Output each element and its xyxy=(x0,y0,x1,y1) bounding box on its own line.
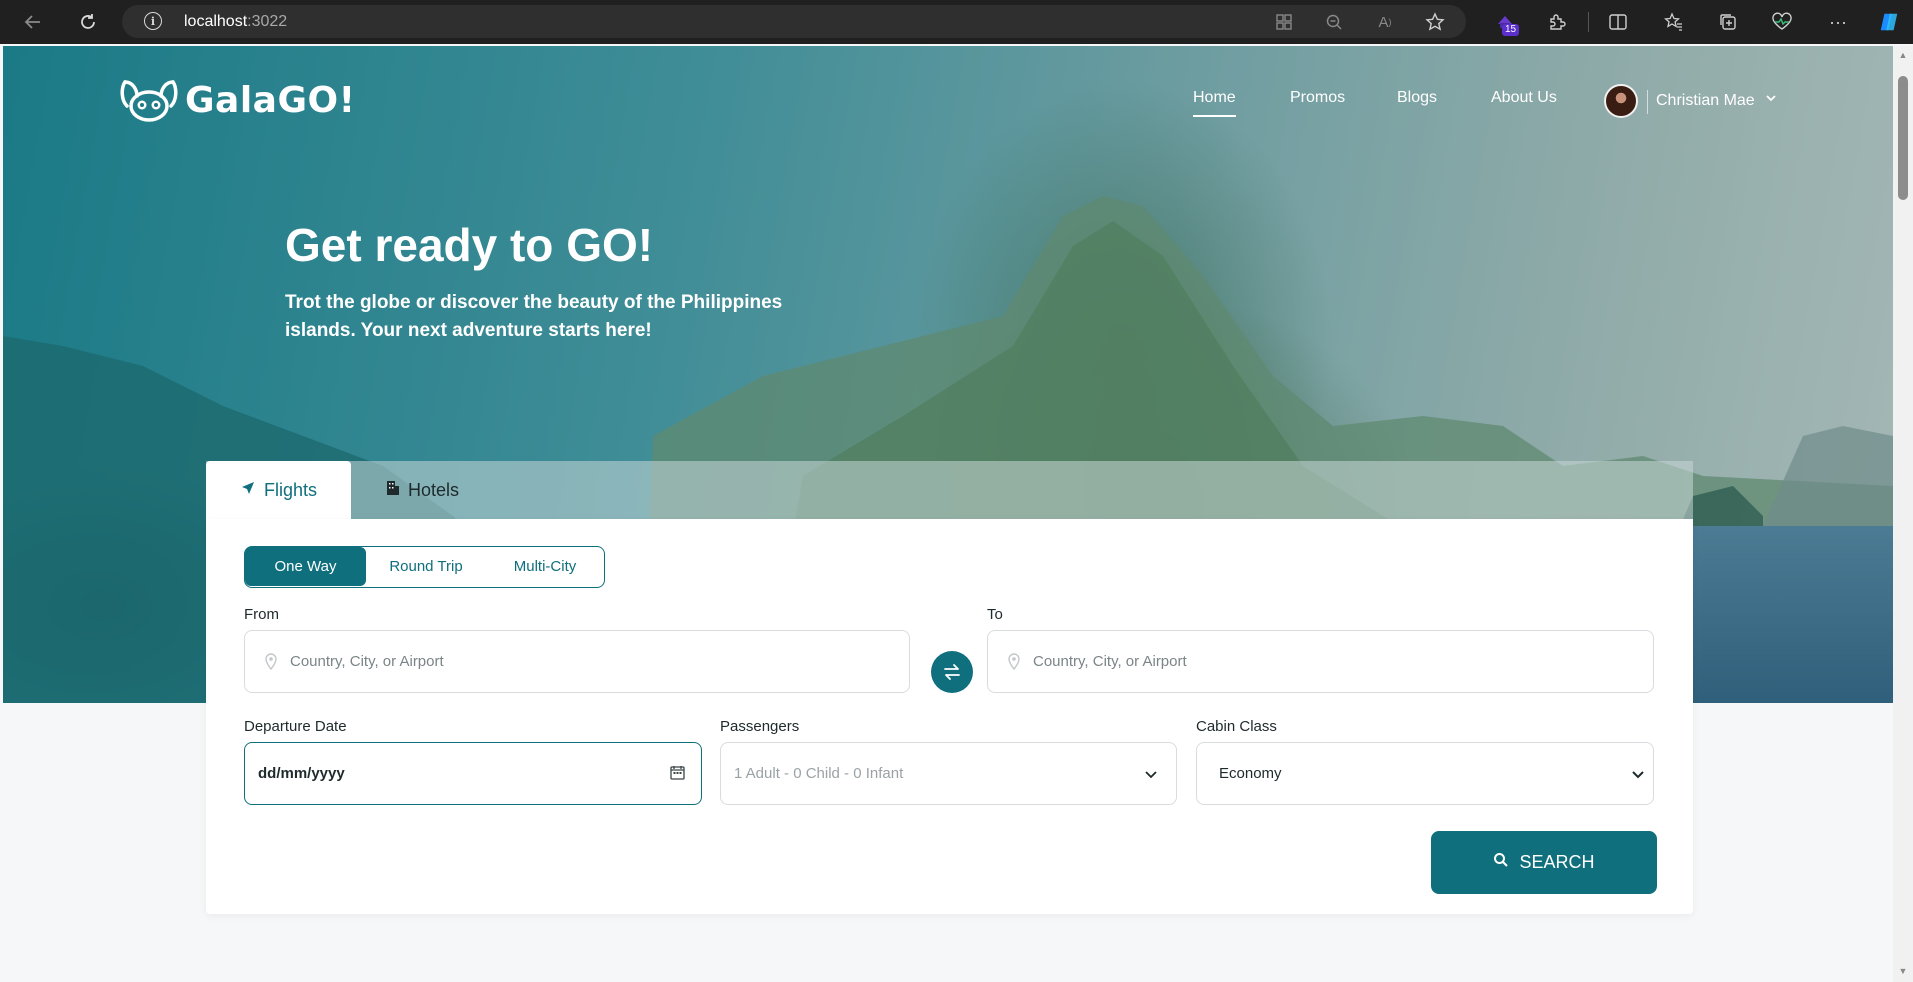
tab-flights[interactable]: Flights xyxy=(206,461,351,519)
search-button[interactable]: SEARCH xyxy=(1431,831,1657,894)
nav-promos-label: Promos xyxy=(1290,89,1346,106)
logo-text: GalaGO! xyxy=(185,79,356,121)
nav-blogs[interactable]: Blogs xyxy=(1397,89,1437,107)
tab-hotels-label: Hotels xyxy=(408,479,460,500)
nav-active-underline xyxy=(1193,115,1236,117)
tab-flights-label: Flights xyxy=(263,479,317,500)
swap-button[interactable] xyxy=(931,651,973,693)
calendar-icon[interactable] xyxy=(670,765,685,780)
address-bar[interactable]: i localhost:3022 xyxy=(122,5,1466,38)
more-icon[interactable]: ··· xyxy=(1827,11,1849,33)
nav-blogs-label: Blogs xyxy=(1397,89,1438,106)
zoom-out-icon[interactable] xyxy=(1323,11,1345,33)
departure-date-input[interactable]: dd/mm/yyyy xyxy=(244,742,702,805)
cabin-class-select[interactable]: Economy xyxy=(1196,742,1654,805)
scroll-up-icon[interactable]: ▲ xyxy=(1897,50,1909,60)
back-icon[interactable] xyxy=(19,8,47,36)
nav-promos[interactable]: Promos xyxy=(1290,89,1345,107)
swap-arrows-icon xyxy=(944,664,960,680)
search-tabs: Flights Hotels xyxy=(206,461,1693,519)
nav-home-label: Home xyxy=(1193,89,1236,106)
split-screen-icon[interactable] xyxy=(1607,11,1629,33)
trip-type-toggle: One Way Round Trip Multi-City xyxy=(244,546,605,588)
departure-label: Departure Date xyxy=(244,718,347,735)
nav-home[interactable]: Home xyxy=(1193,89,1236,117)
page: GalaGO! Home Promos Blogs About Us Chris… xyxy=(3,46,1893,982)
scroll-down-icon[interactable]: ▼ xyxy=(1897,966,1909,976)
building-icon xyxy=(386,480,400,501)
chevron-down-icon xyxy=(1632,771,1644,779)
search-button-label: SEARCH xyxy=(1519,852,1595,872)
page-scrollbar[interactable]: ▲ ▼ xyxy=(1893,46,1913,982)
from-input[interactable]: Country, City, or Airport xyxy=(244,630,910,693)
collections-icon[interactable] xyxy=(1717,11,1739,33)
departure-date-value: dd/mm/yyyy xyxy=(258,765,345,782)
health-icon[interactable] xyxy=(1771,11,1793,33)
passengers-select[interactable]: 1 Adult - 0 Child - 0 Infant xyxy=(720,742,1177,805)
browser-toolbar: i localhost:3022 A) 15 ··· xyxy=(0,0,1913,44)
copilot-icon[interactable] xyxy=(1878,11,1900,33)
site-logo[interactable]: GalaGO! xyxy=(119,78,356,122)
nav-about-label: About Us xyxy=(1491,89,1557,106)
to-input[interactable]: Country, City, or Airport xyxy=(987,630,1654,693)
favorites-icon[interactable] xyxy=(1663,11,1685,33)
airplane-icon xyxy=(240,480,256,501)
search-icon xyxy=(1493,852,1509,873)
chevron-down-icon[interactable] xyxy=(1765,92,1777,107)
location-pin-icon xyxy=(1008,653,1020,671)
nav-about-us[interactable]: About Us xyxy=(1491,89,1557,107)
user-name[interactable]: Christian Mae xyxy=(1656,92,1755,110)
chevron-down-icon xyxy=(1145,771,1157,779)
trip-one-way[interactable]: One Way xyxy=(245,547,366,586)
from-label: From xyxy=(244,606,279,623)
read-aloud-icon[interactable]: A) xyxy=(1374,11,1396,33)
river xyxy=(1663,526,1893,703)
user-divider xyxy=(1647,90,1648,114)
tarsier-logo-icon xyxy=(120,80,178,122)
trip-round-trip[interactable]: Round Trip xyxy=(366,547,486,586)
avatar[interactable] xyxy=(1604,84,1638,118)
trip-multi-city[interactable]: Multi-City xyxy=(486,547,604,586)
cabin-class-label: Cabin Class xyxy=(1196,718,1277,735)
to-label: To xyxy=(987,606,1003,623)
location-pin-icon xyxy=(265,653,277,671)
passengers-label: Passengers xyxy=(720,718,800,735)
toolbar-divider xyxy=(1588,12,1589,32)
url-text: localhost:3022 xyxy=(184,13,288,30)
extension-badge: 15 xyxy=(1502,24,1520,36)
tab-hotels[interactable]: Hotels xyxy=(386,461,459,519)
from-placeholder: Country, City, or Airport xyxy=(290,653,444,670)
scrollbar-thumb[interactable] xyxy=(1898,76,1908,200)
to-placeholder: Country, City, or Airport xyxy=(1033,653,1187,670)
refresh-icon[interactable] xyxy=(74,8,102,36)
hero-subtitle: Trot the globe or discover the beauty of… xyxy=(285,292,783,341)
info-icon[interactable]: i xyxy=(144,12,162,30)
cabin-class-value: Economy xyxy=(1219,765,1282,782)
favorite-star-icon[interactable] xyxy=(1424,11,1446,33)
puzzle-icon[interactable] xyxy=(1546,11,1568,33)
passengers-value: 1 Adult - 0 Child - 0 Infant xyxy=(734,765,904,782)
hero-title: Get ready to GO! xyxy=(285,219,654,271)
apps-icon[interactable] xyxy=(1273,11,1295,33)
